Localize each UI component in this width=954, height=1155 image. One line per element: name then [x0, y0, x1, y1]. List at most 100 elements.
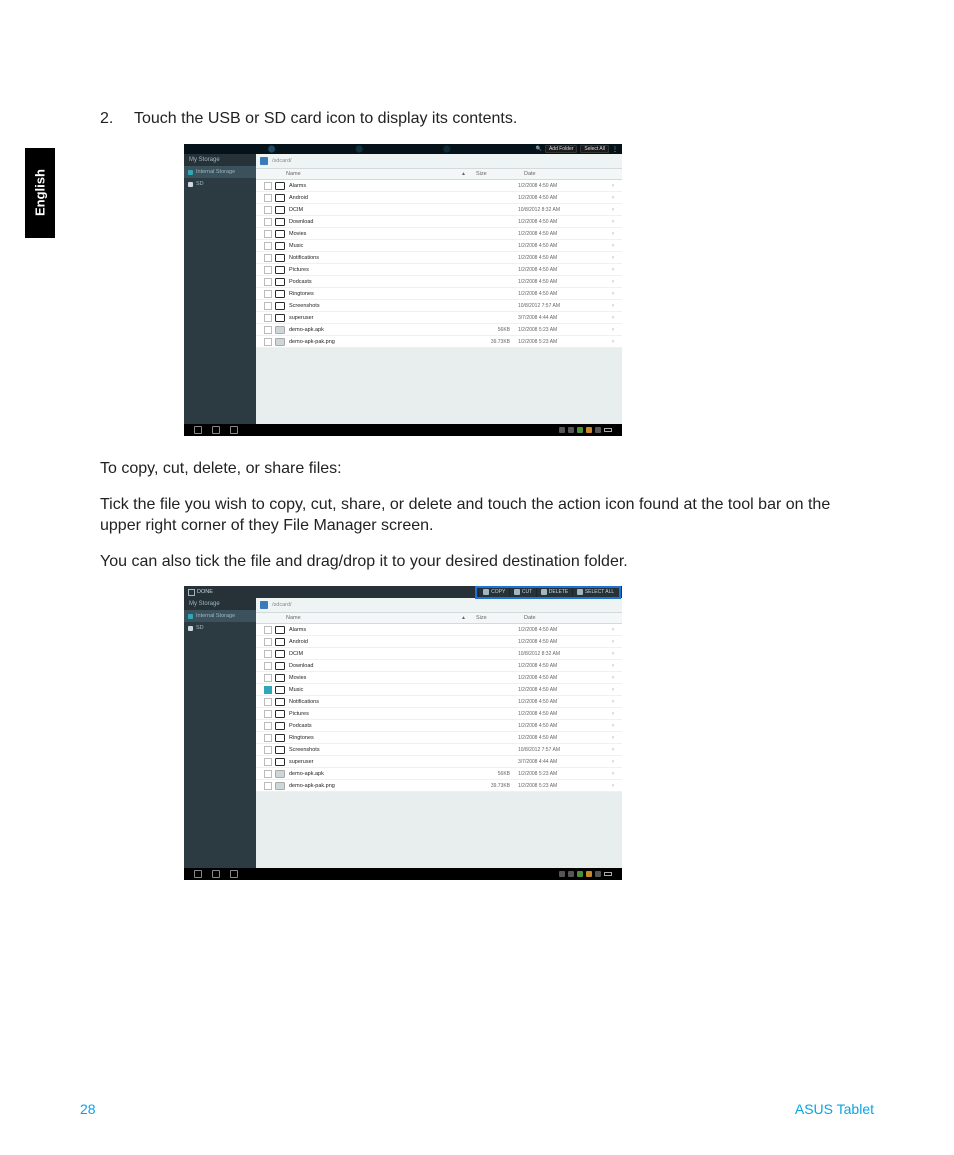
row-chevron-icon[interactable]: ›	[610, 315, 616, 321]
file-row[interactable]: demo-apk-pak.png39.73KB1/2/2008 5:23 AM›	[256, 336, 622, 348]
row-chevron-icon[interactable]: ›	[610, 327, 616, 333]
home-icon[interactable]	[260, 157, 268, 165]
col-name[interactable]: Name	[286, 615, 454, 621]
row-chevron-icon[interactable]: ›	[610, 771, 616, 777]
file-row[interactable]: Ringtones1/2/2008 4:50 AM›	[256, 732, 622, 744]
row-checkbox[interactable]	[264, 242, 272, 250]
systray-icon[interactable]	[595, 427, 601, 433]
file-row[interactable]: superuser3/7/2008 4:44 AM›	[256, 756, 622, 768]
row-checkbox[interactable]	[264, 206, 272, 214]
row-checkbox[interactable]	[264, 254, 272, 262]
file-row[interactable]: Alarms1/2/2008 4:50 AM›	[256, 624, 622, 636]
row-chevron-icon[interactable]: ›	[610, 207, 616, 213]
file-row[interactable]: Download1/2/2008 4:50 AM›	[256, 660, 622, 672]
row-checkbox[interactable]	[264, 230, 272, 238]
row-checkbox[interactable]	[264, 770, 272, 778]
row-checkbox[interactable]	[264, 662, 272, 670]
col-date[interactable]: Date	[524, 171, 616, 177]
row-chevron-icon[interactable]: ›	[610, 639, 616, 645]
action-select-all[interactable]: SELECT ALL	[572, 588, 618, 598]
file-row[interactable]: demo-apk.apk56KB1/2/2008 5:23 AM›	[256, 768, 622, 780]
row-checkbox[interactable]	[264, 710, 272, 718]
row-chevron-icon[interactable]: ›	[610, 675, 616, 681]
row-checkbox[interactable]	[264, 290, 272, 298]
row-checkbox[interactable]	[264, 626, 272, 634]
col-size[interactable]: Size	[476, 171, 524, 177]
toolbar-select-all[interactable]: Select All	[580, 145, 609, 153]
row-chevron-icon[interactable]: ›	[610, 759, 616, 765]
systray-icon[interactable]	[568, 871, 574, 877]
systray-icon[interactable]	[586, 871, 592, 877]
recent-icon[interactable]	[230, 870, 238, 878]
row-checkbox[interactable]	[264, 782, 272, 790]
done-button[interactable]: DONE	[188, 589, 213, 596]
column-header[interactable]: Name▲SizeDate	[256, 169, 622, 180]
row-checkbox[interactable]	[264, 338, 272, 346]
systray-icon[interactable]	[559, 871, 565, 877]
row-checkbox[interactable]	[264, 746, 272, 754]
column-header[interactable]: Name▲SizeDate	[256, 613, 622, 624]
row-checkbox[interactable]	[264, 266, 272, 274]
row-chevron-icon[interactable]: ›	[610, 183, 616, 189]
row-chevron-icon[interactable]: ›	[610, 243, 616, 249]
file-row[interactable]: Movies1/2/2008 4:50 AM›	[256, 228, 622, 240]
row-chevron-icon[interactable]: ›	[610, 195, 616, 201]
search-icon[interactable]: 🔍	[536, 146, 542, 152]
col-name[interactable]: Name	[286, 171, 454, 177]
row-checkbox[interactable]	[264, 686, 272, 694]
row-chevron-icon[interactable]: ›	[610, 723, 616, 729]
file-row[interactable]: Ringtones1/2/2008 4:50 AM›	[256, 288, 622, 300]
back-icon[interactable]	[194, 870, 202, 878]
file-row[interactable]: Android1/2/2008 4:50 AM›	[256, 192, 622, 204]
row-checkbox[interactable]	[264, 314, 272, 322]
col-date[interactable]: Date	[524, 615, 616, 621]
sidebar-item-sd[interactable]: SD	[184, 622, 256, 634]
file-row[interactable]: Alarms1/2/2008 4:50 AM›	[256, 180, 622, 192]
file-row[interactable]: superuser3/7/2008 4:44 AM›	[256, 312, 622, 324]
row-checkbox[interactable]	[264, 674, 272, 682]
file-row[interactable]: DCIM10/8/2012 8:32 AM›	[256, 204, 622, 216]
row-chevron-icon[interactable]: ›	[610, 231, 616, 237]
row-chevron-icon[interactable]: ›	[610, 711, 616, 717]
row-chevron-icon[interactable]: ›	[610, 255, 616, 261]
systray-icon[interactable]	[559, 427, 565, 433]
row-chevron-icon[interactable]: ›	[610, 699, 616, 705]
row-checkbox[interactable]	[264, 734, 272, 742]
recent-icon[interactable]	[230, 426, 238, 434]
file-row[interactable]: demo-apk-pak.png39.73KB1/2/2008 5:23 AM›	[256, 780, 622, 792]
row-chevron-icon[interactable]: ›	[610, 747, 616, 753]
file-row[interactable]: Download1/2/2008 4:50 AM›	[256, 216, 622, 228]
row-checkbox[interactable]	[264, 218, 272, 226]
row-chevron-icon[interactable]: ›	[610, 651, 616, 657]
action-cut[interactable]: CUT	[509, 588, 536, 598]
systray-icon[interactable]	[595, 871, 601, 877]
row-chevron-icon[interactable]: ›	[610, 303, 616, 309]
row-checkbox[interactable]	[264, 722, 272, 730]
toolbar-add-folder[interactable]: Add Folder	[545, 145, 577, 153]
col-size[interactable]: Size	[476, 615, 524, 621]
row-checkbox[interactable]	[264, 758, 272, 766]
row-checkbox[interactable]	[264, 278, 272, 286]
sidebar-item-internal-storage[interactable]: Internal Storage	[184, 610, 256, 622]
file-row[interactable]: Pictures1/2/2008 4:50 AM›	[256, 264, 622, 276]
row-checkbox[interactable]	[264, 194, 272, 202]
row-checkbox[interactable]	[264, 182, 272, 190]
row-checkbox[interactable]	[264, 302, 272, 310]
row-chevron-icon[interactable]: ›	[610, 339, 616, 345]
row-checkbox[interactable]	[264, 650, 272, 658]
home-icon[interactable]	[260, 601, 268, 609]
file-row[interactable]: Music1/2/2008 4:50 AM›	[256, 684, 622, 696]
sidebar-item-internal-storage[interactable]: Internal Storage	[184, 166, 256, 178]
row-chevron-icon[interactable]: ›	[610, 279, 616, 285]
row-chevron-icon[interactable]: ›	[610, 687, 616, 693]
systray-icon[interactable]	[586, 427, 592, 433]
file-row[interactable]: Android1/2/2008 4:50 AM›	[256, 636, 622, 648]
systray-icon[interactable]	[568, 427, 574, 433]
file-row[interactable]: Pictures1/2/2008 4:50 AM›	[256, 708, 622, 720]
row-checkbox[interactable]	[264, 326, 272, 334]
file-row[interactable]: Screenshots10/8/2012 7:57 AM›	[256, 744, 622, 756]
row-chevron-icon[interactable]: ›	[610, 663, 616, 669]
file-row[interactable]: Podcasts1/2/2008 4:50 AM›	[256, 276, 622, 288]
file-row[interactable]: Notifications1/2/2008 4:50 AM›	[256, 252, 622, 264]
file-row[interactable]: Notifications1/2/2008 4:50 AM›	[256, 696, 622, 708]
